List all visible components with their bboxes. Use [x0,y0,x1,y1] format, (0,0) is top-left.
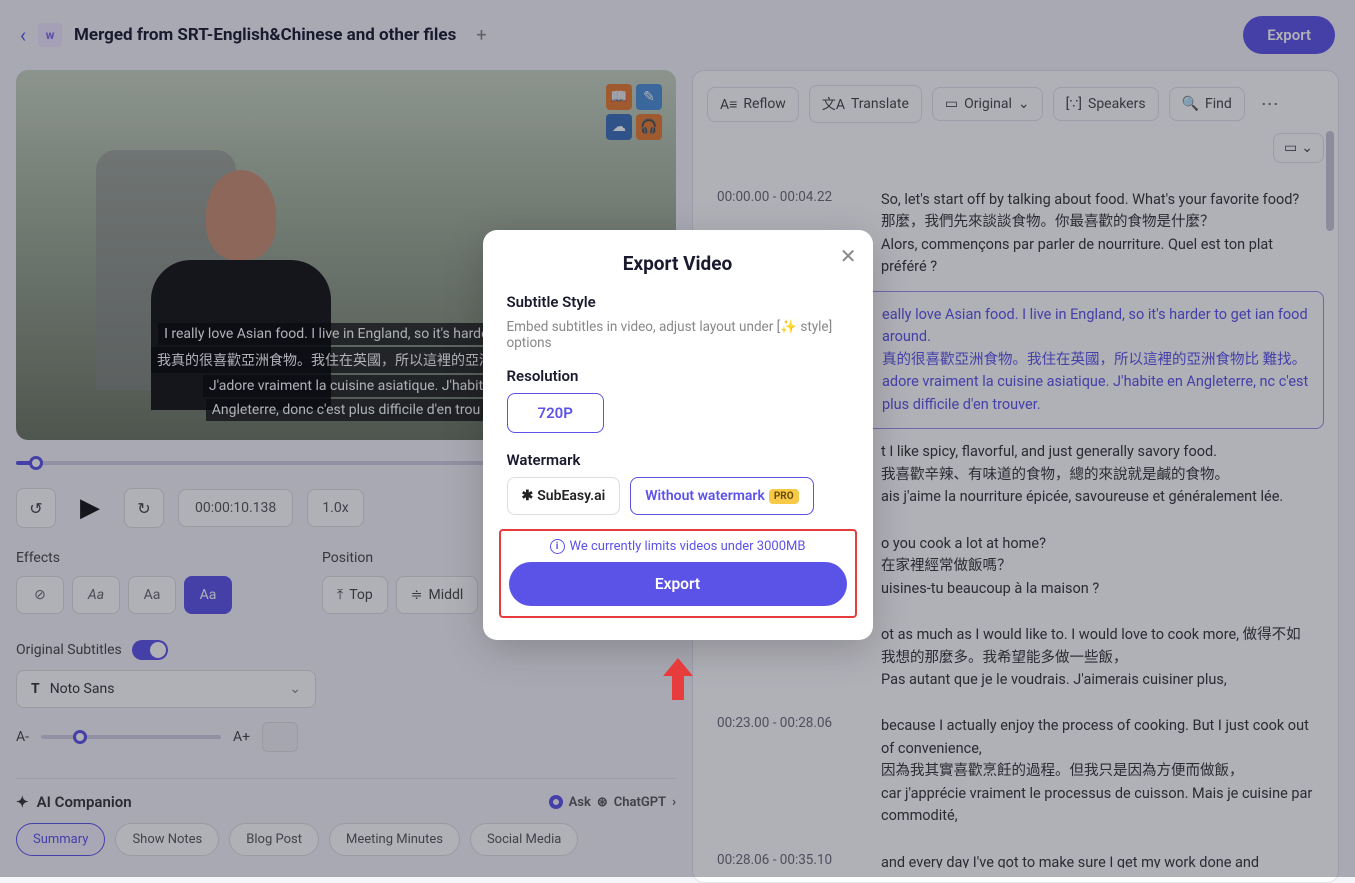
pro-badge: PRO [769,489,799,504]
watermark-none[interactable]: Without watermarkPRO [630,477,813,515]
export-video-modal: ✕ Export Video Subtitle Style Embed subt… [483,230,873,640]
subtitle-style-desc: Embed subtitles in video, adjust layout … [507,319,849,351]
export-highlight: i We currently limits videos under 3000M… [499,529,857,618]
subtitle-style-label: Subtitle Style [507,293,849,311]
close-button[interactable]: ✕ [840,244,857,268]
info-icon: i [550,539,565,554]
red-arrow-annotation [661,656,695,712]
watermark-subeasy[interactable]: ✱SubEasy.ai [507,477,621,515]
modal-title: Export Video [507,252,849,275]
resolution-720p[interactable]: 720P [507,393,604,433]
watermark-label: Watermark [507,451,849,469]
style-inline-icon: ✨ [780,319,797,335]
size-limit-text: i We currently limits videos under 3000M… [509,539,847,554]
resolution-label: Resolution [507,367,849,385]
export-action-button[interactable]: Export [509,562,847,606]
